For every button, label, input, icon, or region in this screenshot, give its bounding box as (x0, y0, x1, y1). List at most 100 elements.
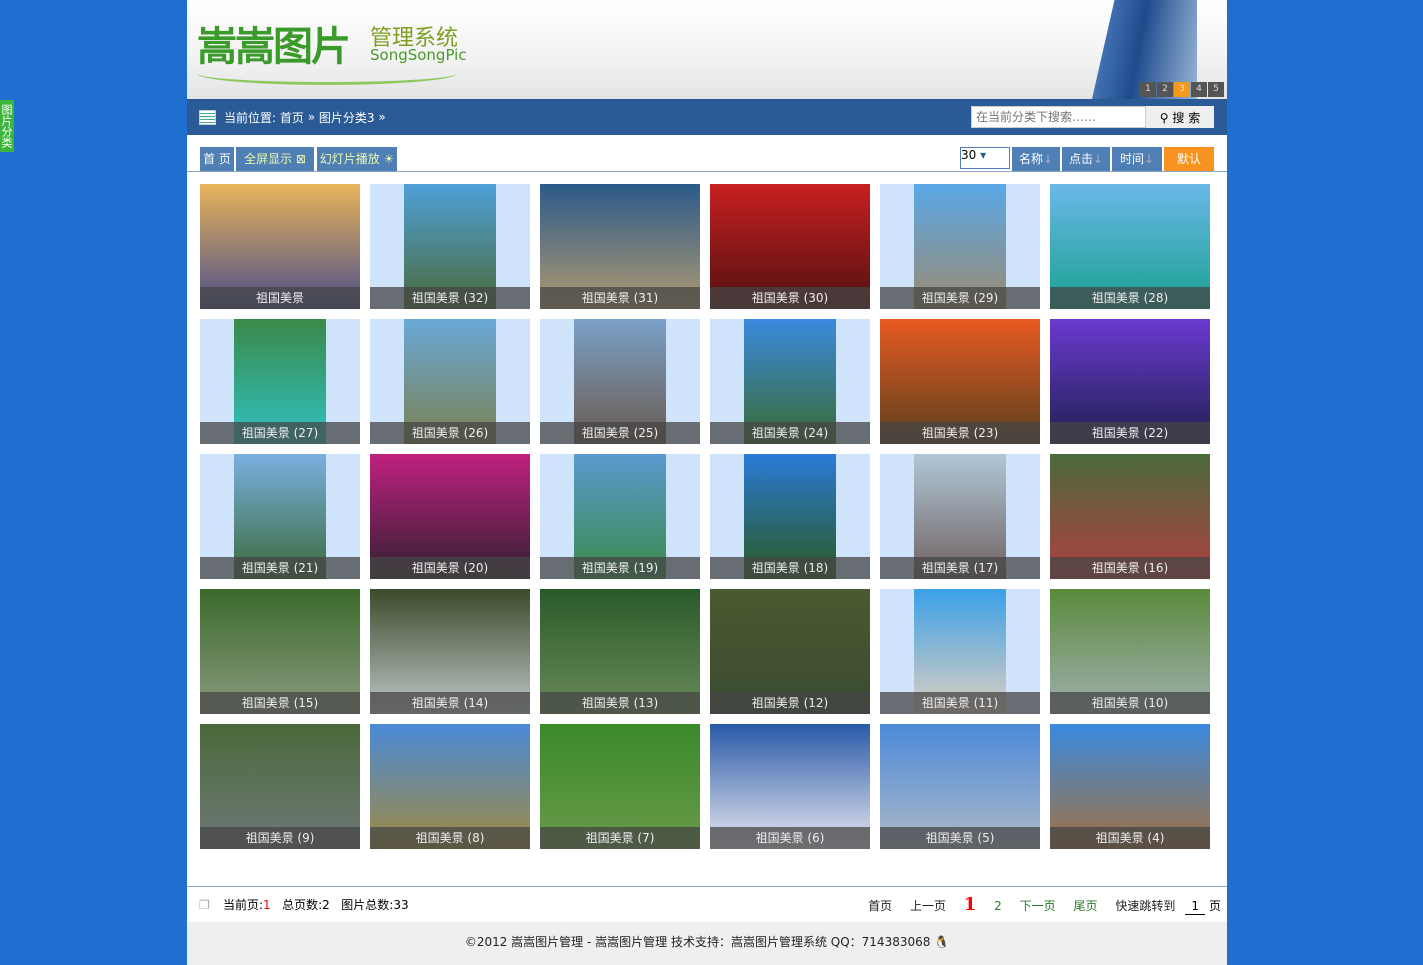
photo-thumbnail[interactable]: 祖国美景 (15) (200, 589, 360, 714)
banner-page-1[interactable]: 1 (1140, 82, 1156, 97)
sort-name-button[interactable]: 名称↓ (1012, 147, 1060, 171)
photo-caption: 祖国美景 (22) (1050, 422, 1210, 444)
breadcrumb-category[interactable]: 图片分类3 (319, 109, 375, 126)
fullscreen-button[interactable]: 全屏显示 ⊠ (236, 147, 314, 171)
next-page-link[interactable]: 下一页 (1020, 899, 1056, 913)
photo-thumbnail[interactable]: 祖国美景 (12) (710, 589, 870, 714)
sort-default-button[interactable]: 默认 (1164, 147, 1214, 171)
photo-caption: 祖国美景 (200, 287, 360, 309)
photo-thumbnail[interactable]: 祖国美景 (23) (880, 319, 1040, 444)
sort-time-label: 时间 (1119, 152, 1144, 166)
banner-page-4[interactable]: 4 (1191, 82, 1207, 97)
footer-text: ©2012 嵩嵩图片管理 - 嵩嵩图片管理 技术支持：嵩嵩图片管理系统 QQ：7… (464, 935, 931, 949)
photo-caption: 祖国美景 (18) (710, 557, 870, 579)
jump-label: 快速跳转到 (1115, 899, 1176, 913)
breadcrumb-home[interactable]: 首页 (280, 109, 304, 126)
banner-page-2[interactable]: 2 (1157, 82, 1173, 97)
photo-caption: 祖国美景 (16) (1050, 557, 1210, 579)
photo-thumbnail[interactable]: 祖国美景 (13) (540, 589, 700, 714)
photo-thumbnail[interactable]: 祖国美景 (11) (880, 589, 1040, 714)
photo-caption: 祖国美景 (13) (540, 692, 700, 714)
search-icon: ⚲ (1159, 110, 1173, 125)
sort-name-label: 名称 (1018, 152, 1043, 166)
photo-caption: 祖国美景 (24) (710, 422, 870, 444)
photo-thumbnail[interactable]: 祖国美景 (16) (1050, 454, 1210, 579)
jump-input[interactable]: 1 (1185, 898, 1206, 915)
photo-thumbnail[interactable]: 祖国美景 (10) (1050, 589, 1210, 714)
photo-caption: 祖国美景 (29) (880, 287, 1040, 309)
photo-caption: 祖国美景 (26) (370, 422, 530, 444)
search-button[interactable]: ⚲ 搜 索 (1146, 106, 1214, 128)
photo-caption: 祖国美景 (17) (880, 557, 1040, 579)
page-2-link[interactable]: 2 (994, 899, 1002, 913)
photo-thumbnail[interactable]: 祖国美景 (21) (200, 454, 360, 579)
photo-caption: 祖国美景 (32) (370, 287, 530, 309)
photo-thumbnail[interactable]: 祖国美景 (26) (370, 319, 530, 444)
photo-caption: 祖国美景 (8) (370, 827, 530, 849)
photo-thumbnail[interactable]: 祖国美景 (18) (710, 454, 870, 579)
photo-thumbnail[interactable]: 祖国美景 (20) (370, 454, 530, 579)
photo-thumbnail[interactable]: 祖国美景 (32) (370, 184, 530, 309)
prev-page-link[interactable]: 上一页 (910, 899, 946, 913)
photo-caption: 祖国美景 (30) (710, 287, 870, 309)
chevron-down-icon: ▾ (980, 148, 987, 162)
first-page-link[interactable]: 首页 (868, 899, 892, 913)
arrow-down-icon: ↓ (1143, 152, 1155, 166)
search-input[interactable] (971, 106, 1146, 128)
list-icon (199, 109, 216, 125)
photo-thumbnail[interactable]: 祖国美景 (22) (1050, 319, 1210, 444)
footer: ©2012 嵩嵩图片管理 - 嵩嵩图片管理 技术支持：嵩嵩图片管理系统 QQ：7… (187, 922, 1227, 965)
sort-clicks-label: 点击 (1068, 152, 1093, 166)
photo-thumbnail[interactable]: 祖国美景 (29) (880, 184, 1040, 309)
photo-thumbnail[interactable]: 祖国美景 (9) (200, 724, 360, 849)
photo-thumbnail[interactable]: 祖国美景 (4) (1050, 724, 1210, 849)
photo-thumbnail[interactable]: 祖国美景 (28) (1050, 184, 1210, 309)
sidebar-category-tab[interactable]: 图片分类 (0, 100, 14, 152)
photo-thumbnail[interactable]: 祖国美景 (200, 184, 360, 309)
pager: ❐ 当前页:1 总页数:2 图片总数:33 首页 上一页 1 2 下一页 尾页 … (187, 886, 1227, 923)
breadcrumb-sep: » (378, 110, 386, 124)
photo-grid: 祖国美景 祖国美景 (32) 祖国美景 (31) 祖国美景 (30) 祖国美景 (29)… (200, 184, 1210, 849)
photo-thumbnail[interactable]: 祖国美景 (31) (540, 184, 700, 309)
home-button[interactable]: 首 页 (200, 147, 234, 171)
photo-thumbnail[interactable]: 祖国美景 (27) (200, 319, 360, 444)
search-label: 搜 索 (1172, 110, 1201, 125)
pages-icon: ❐ (199, 898, 210, 912)
slideshow-button[interactable]: 幻灯片播放 ☀ (317, 147, 397, 171)
banner-page-5[interactable]: 5 (1208, 82, 1224, 97)
photo-caption: 祖国美景 (9) (200, 827, 360, 849)
sort-clicks-button[interactable]: 点击↓ (1062, 147, 1110, 171)
photo-thumbnail[interactable]: 祖国美景 (30) (710, 184, 870, 309)
per-page-select[interactable]: 30 ▾ (960, 147, 1010, 169)
photo-caption: 祖国美景 (25) (540, 422, 700, 444)
total-images: 图片总数:33 (341, 898, 409, 912)
photo-thumbnail[interactable]: 祖国美景 (24) (710, 319, 870, 444)
photo-caption: 祖国美景 (15) (200, 692, 360, 714)
photo-caption: 祖国美景 (20) (370, 557, 530, 579)
photo-thumbnail[interactable]: 祖国美景 (17) (880, 454, 1040, 579)
photo-thumbnail[interactable]: 祖国美景 (6) (710, 724, 870, 849)
photo-thumbnail[interactable]: 祖国美景 (14) (370, 589, 530, 714)
photo-caption: 祖国美景 (5) (880, 827, 1040, 849)
qq-icon[interactable]: 🐧 (934, 935, 949, 949)
photo-thumbnail[interactable]: 祖国美景 (8) (370, 724, 530, 849)
photo-thumbnail[interactable]: 祖国美景 (5) (880, 724, 1040, 849)
last-page-link[interactable]: 尾页 (1073, 899, 1097, 913)
arrow-down-icon: ↓ (1092, 152, 1104, 166)
photo-thumbnail[interactable]: 祖国美景 (7) (540, 724, 700, 849)
photo-caption: 祖国美景 (28) (1050, 287, 1210, 309)
banner-page-3[interactable]: 3 (1174, 82, 1190, 97)
photo-caption: 祖国美景 (19) (540, 557, 700, 579)
photo-thumbnail[interactable]: 祖国美景 (25) (540, 319, 700, 444)
logo-arc (197, 62, 457, 85)
photo-caption: 祖国美景 (6) (710, 827, 870, 849)
header: 嵩嵩图片 管理系统 SongSongPic 12345 (187, 0, 1227, 99)
photo-caption: 祖国美景 (27) (200, 422, 360, 444)
photo-caption: 祖国美景 (21) (200, 557, 360, 579)
photo-thumbnail[interactable]: 祖国美景 (19) (540, 454, 700, 579)
photo-caption: 祖国美景 (31) (540, 287, 700, 309)
photo-caption: 祖国美景 (23) (880, 422, 1040, 444)
search-box: ⚲ 搜 索 (971, 106, 1214, 128)
total-pages: 总页数:2 (282, 898, 330, 912)
sort-time-button[interactable]: 时间↓ (1112, 147, 1162, 171)
